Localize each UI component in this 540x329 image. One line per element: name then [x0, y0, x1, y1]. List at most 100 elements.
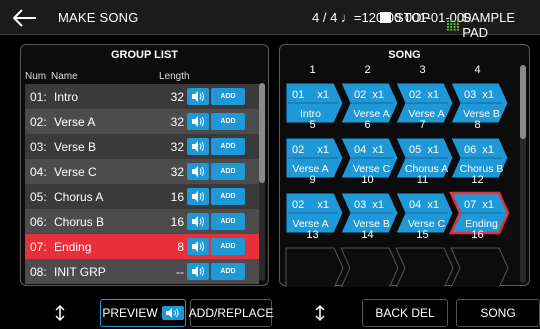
song-slot[interactable]: 902 x1Verse A: [285, 174, 344, 234]
group-list-row[interactable]: 04: Verse C 32 ADD: [25, 159, 259, 184]
song-slot-index: 6: [364, 119, 370, 131]
group-list-scroll-thumb[interactable]: [259, 83, 265, 183]
add-button[interactable]: ADD: [211, 263, 245, 280]
up-down-arrow-icon: [55, 304, 65, 322]
song-slot[interactable]: 1207 x1Ending: [449, 174, 510, 235]
preview-speaker-button[interactable]: [187, 88, 209, 105]
add-button[interactable]: ADD: [211, 213, 245, 230]
song-slot-chevron: [395, 247, 454, 287]
preview-speaker-button[interactable]: [187, 263, 209, 280]
song-slot[interactable]: 604 x1Verse C: [340, 119, 399, 179]
song-slot-index: 2: [364, 64, 370, 76]
song-slot-repeat: x1: [482, 199, 494, 211]
add-button[interactable]: ADD: [211, 113, 245, 130]
add-button[interactable]: ADD: [211, 188, 245, 205]
song-slot-group-number: 02: [292, 199, 304, 211]
song-slot[interactable]: 14: [340, 229, 399, 287]
group-number: 02:: [30, 114, 47, 129]
preview-speaker-button[interactable]: [187, 213, 209, 230]
song-slot[interactable]: 1104 x1Verse C: [395, 174, 454, 234]
song-slot-index: 4: [474, 64, 480, 76]
song-slot-grid: 101 x1Intro202 x1Verse A302 x1Verse A403 x1V…: [285, 64, 510, 287]
preview-speaker-button[interactable]: [187, 238, 209, 255]
up-down-arrow-icon: [315, 304, 325, 322]
group-list-title: GROUP LIST: [110, 49, 179, 61]
group-list-row[interactable]: 05: Chorus A 16 ADD: [25, 184, 259, 209]
pad-grid-icon: [447, 19, 459, 31]
song-slot[interactable]: 3 02 x1 Verse A: [395, 64, 454, 124]
group-number: 04:: [30, 164, 47, 179]
song-slot-index: 12: [471, 174, 483, 186]
add-button[interactable]: ADD: [211, 88, 245, 105]
song-slot-index: 7: [419, 119, 425, 131]
speaker-icon: [192, 191, 204, 202]
group-list-row[interactable]: 03: Verse B 32 ADD: [25, 134, 259, 159]
preview-speaker-button[interactable]: [187, 163, 209, 180]
group-length: 16: [170, 189, 184, 204]
group-number: 06:: [30, 214, 47, 229]
preview-speaker-button[interactable]: [187, 113, 209, 130]
speaker-icon: [192, 116, 204, 127]
column-header-length: Length: [159, 71, 190, 82]
group-number: 05:: [30, 189, 47, 204]
group-number: 01:: [30, 89, 47, 104]
song-slot-repeat: x1: [482, 89, 494, 101]
song-slot[interactable]: 806 x1Chorus B: [450, 119, 509, 179]
song-slot-index: 1: [309, 64, 315, 76]
group-list-row[interactable]: 08: INIT GRP -- ADD: [25, 259, 259, 284]
preview-label: PREVIEW: [102, 306, 158, 320]
add-replace-button[interactable]: ADD/REPLACE: [189, 299, 273, 327]
song-slot[interactable]: 15: [395, 229, 454, 287]
add-button[interactable]: ADD: [211, 163, 245, 180]
song-slot[interactable]: 502 x1Verse A: [285, 119, 344, 179]
group-list-row[interactable]: 07: Ending 8 ADD: [25, 234, 259, 259]
sample-pad-indicator[interactable]: SAMPLE PAD: [447, 10, 540, 40]
song-slot-repeat: x1: [427, 144, 439, 156]
back-delete-button[interactable]: BACK DEL: [362, 299, 448, 327]
song-slot-group-number: 04: [409, 199, 421, 211]
top-bar: MAKE SONG 4 / 4 ♩=120.00 001-01-000 STOP…: [0, 0, 540, 40]
song-scrollbar[interactable]: [520, 65, 526, 283]
speaker-icon: [192, 141, 204, 152]
group-length: --: [176, 264, 184, 279]
group-list-row[interactable]: 06: Chorus B 16 ADD: [25, 209, 259, 234]
song-slot[interactable]: 1003 x1Verse B: [340, 174, 399, 234]
song-slot-group-number: 01: [292, 89, 304, 101]
song-slot-repeat: x1: [372, 199, 384, 211]
song-slot-repeat: x1: [317, 199, 329, 211]
song-slot-group-number: 07: [464, 199, 476, 211]
group-list-scrollbar[interactable]: [259, 83, 265, 281]
group-list-row[interactable]: 01: Intro 32 ADD: [25, 84, 259, 109]
preview-speaker-button[interactable]: [187, 138, 209, 155]
add-button[interactable]: ADD: [211, 138, 245, 155]
group-name: Intro: [54, 89, 79, 104]
song-slot-chevron: [450, 247, 509, 287]
group-list-panel: GROUP LIST Num Name Length 01: Intro 32 ADD…: [20, 44, 269, 286]
group-name: Verse A: [54, 114, 96, 129]
group-name: Ending: [54, 239, 92, 254]
song-slot[interactable]: 705 x1Chorus A: [395, 119, 454, 179]
song-slot-index: 9: [309, 174, 315, 186]
preview-button[interactable]: PREVIEW: [100, 299, 186, 327]
song-slot-repeat: x1: [427, 199, 439, 211]
song-slot-repeat: x1: [482, 144, 494, 156]
song-scroll-button[interactable]: [300, 299, 340, 327]
preview-speaker-button[interactable]: [187, 188, 209, 205]
song-slot-chevron: [340, 247, 399, 287]
song-slot-repeat: x1: [317, 144, 329, 156]
song-slot[interactable]: 101 x1Intro: [285, 64, 344, 124]
song-slot[interactable]: 2 02 x1 Verse A: [340, 64, 399, 124]
group-number: 08:: [30, 264, 47, 279]
column-header-name: Name: [51, 71, 78, 82]
song-slot[interactable]: 13: [285, 229, 344, 287]
song-slot-index: 5: [309, 119, 315, 131]
bottom-bar: PREVIEW ADD/REPLACE BACK DEL SONG: [0, 294, 540, 329]
song-slot[interactable]: 16: [450, 229, 509, 287]
song-button[interactable]: SONG: [456, 299, 540, 327]
group-scroll-button[interactable]: [40, 299, 80, 327]
song-scroll-thumb[interactable]: [520, 65, 526, 139]
group-list-row[interactable]: 02: Verse A 32 ADD: [25, 109, 259, 134]
add-button[interactable]: ADD: [211, 238, 245, 255]
song-slot[interactable]: 4 03 x1 Verse B: [450, 64, 509, 124]
back-button[interactable]: [8, 5, 42, 31]
